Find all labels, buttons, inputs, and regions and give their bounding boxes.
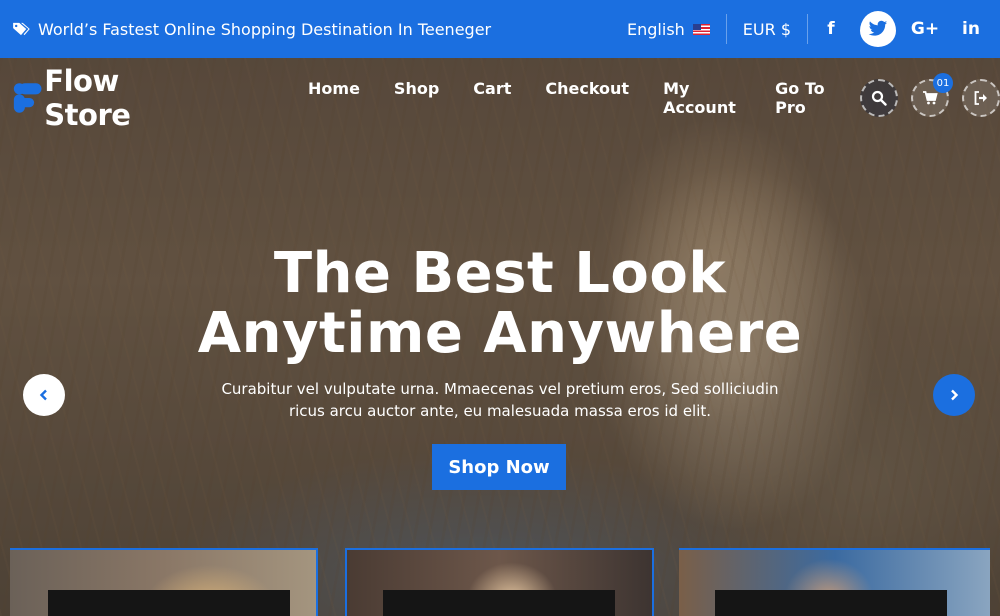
slider-prev-button[interactable]	[23, 374, 65, 416]
currency-label: EUR $	[742, 19, 791, 39]
twitter-icon[interactable]	[860, 11, 896, 47]
hero-subtitle-line2: ricus arcu auctor ante, eu malesuada mas…	[288, 402, 712, 420]
google-plus-icon[interactable]: G+	[902, 0, 948, 58]
search-icon	[871, 90, 887, 106]
social-links: f G+ in	[808, 0, 994, 58]
slider-next-button[interactable]	[933, 374, 975, 416]
category-card[interactable]	[345, 548, 654, 616]
cart-icon	[923, 91, 938, 105]
main-nav: Flow Store Home Shop Cart Checkout My Ac…	[0, 58, 1000, 138]
hero-title: The Best Look Anytime Anywhere	[0, 244, 1000, 364]
us-flag-icon	[692, 23, 710, 35]
linkedin-icon[interactable]: in	[948, 0, 994, 58]
currency-selector[interactable]: EUR $	[727, 20, 807, 39]
hero-subtitle-line1: Curabitur vel vulputate urna. Mmaecenas …	[221, 380, 779, 398]
hero-title-line1: The Best Look	[273, 241, 727, 306]
shop-now-button[interactable]: Shop Now	[432, 444, 566, 490]
logo-icon	[13, 83, 42, 113]
tagline-text: World’s Fastest Online Shopping Destinat…	[38, 19, 492, 39]
category-caption	[715, 590, 947, 616]
nav-icons: 01	[860, 73, 1000, 117]
category-caption	[383, 590, 615, 616]
top-bar: World’s Fastest Online Shopping Destinat…	[0, 0, 1000, 58]
cart-button[interactable]: 01	[911, 73, 953, 117]
category-card[interactable]	[679, 548, 990, 616]
language-selector[interactable]: English	[611, 20, 726, 39]
nav-shop[interactable]: Shop	[377, 79, 456, 117]
nav-menu: Home Shop Cart Checkout My Account Go To…	[291, 79, 856, 117]
chevron-left-icon	[39, 389, 47, 401]
category-card[interactable]	[10, 548, 318, 616]
logo[interactable]: Flow Store	[12, 64, 201, 132]
sign-in-icon	[974, 91, 987, 105]
nav-home[interactable]: Home	[291, 79, 377, 117]
hero-title-line2: Anytime Anywhere	[197, 301, 803, 366]
tagline-area: World’s Fastest Online Shopping Destinat…	[0, 20, 491, 39]
tag-icon	[13, 22, 30, 36]
hero-subtitle: Curabitur vel vulputate urna. Mmaecenas …	[0, 378, 1000, 422]
nav-go-to-pro[interactable]: Go To Pro	[758, 79, 856, 117]
search-button[interactable]	[860, 79, 898, 117]
login-button[interactable]	[962, 79, 1000, 117]
chevron-right-icon	[951, 389, 959, 401]
nav-cart[interactable]: Cart	[456, 79, 528, 117]
facebook-icon[interactable]: f	[808, 0, 854, 58]
language-label: English	[627, 19, 685, 39]
cart-count-badge: 01	[933, 73, 953, 93]
nav-my-account[interactable]: My Account	[646, 79, 758, 117]
logo-text: Flow Store	[44, 64, 131, 132]
category-caption	[48, 590, 290, 616]
nav-checkout[interactable]: Checkout	[528, 79, 646, 117]
